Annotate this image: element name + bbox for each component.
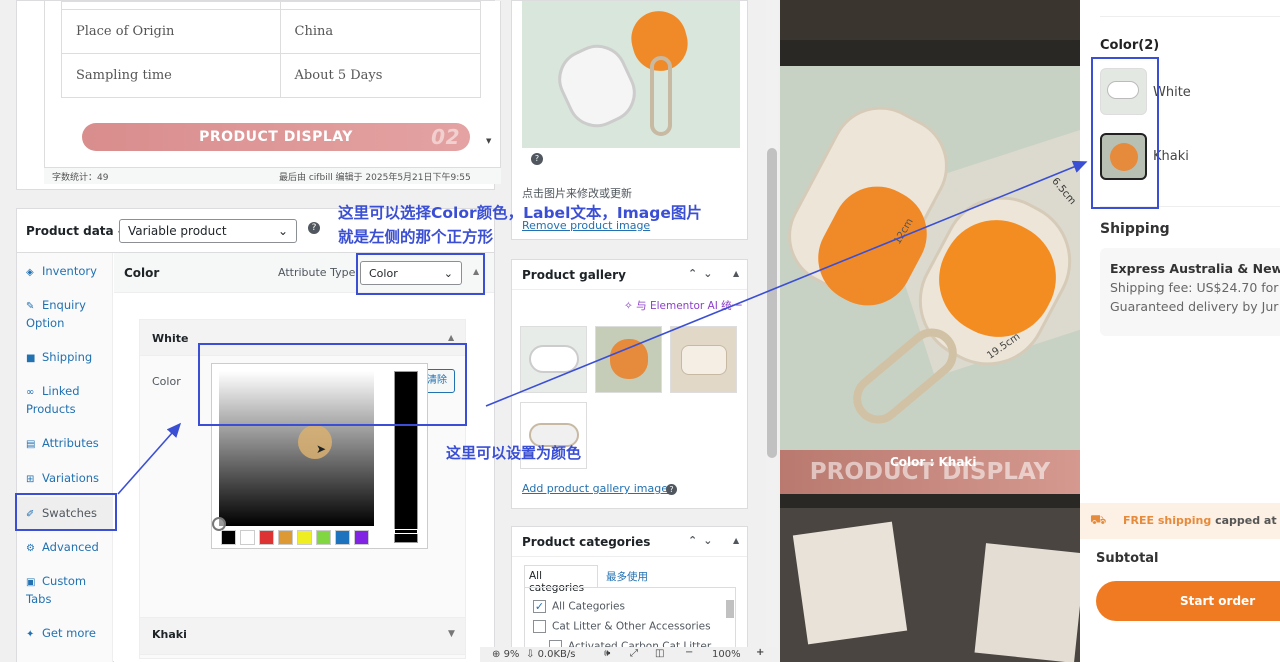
- annotation-arrows: [117, 160, 1088, 495]
- arrow-to-color-options: [485, 160, 1088, 407]
- arrow-swatches-to-picker: [117, 422, 182, 495]
